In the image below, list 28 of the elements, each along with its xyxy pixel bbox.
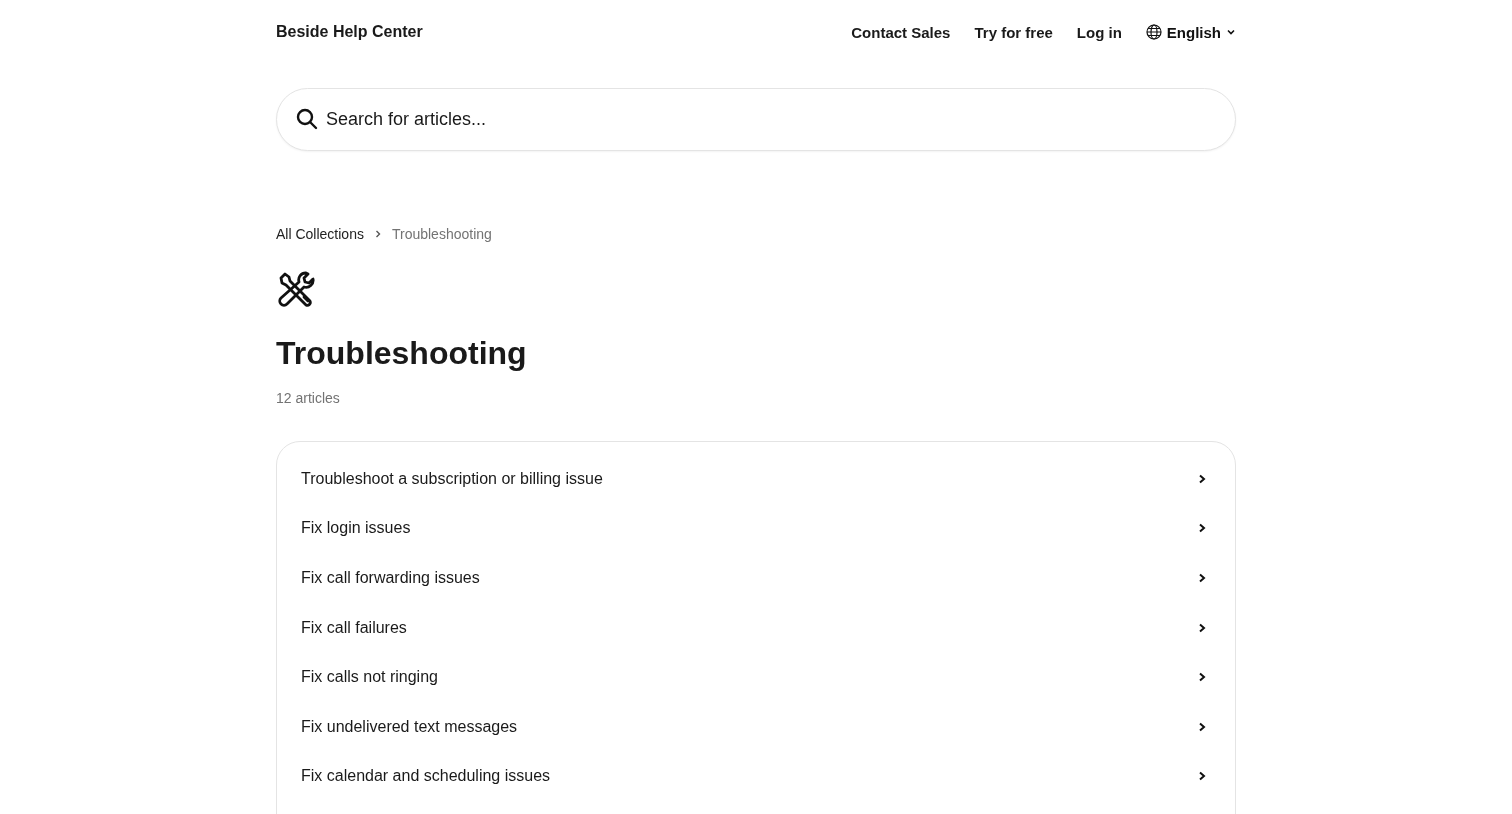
chevron-right-icon <box>373 229 382 239</box>
tools-icon <box>277 270 315 308</box>
chevron-right-icon <box>1197 621 1207 634</box>
nav-link[interactable]: Try for free <box>974 23 1053 41</box>
chevron-right-icon <box>1197 472 1207 485</box>
nav-link[interactable]: Contact Sales <box>851 23 951 41</box>
article-link[interactable]: Fix call failures <box>277 602 1235 653</box>
chevron-right-icon <box>1197 572 1207 584</box>
chevron-right-icon <box>1197 720 1207 733</box>
article-count: 12 articles <box>276 389 341 407</box>
brand-link[interactable]: Beside Help Center <box>276 23 423 41</box>
search-field[interactable]: Search for articles... <box>276 88 1236 151</box>
article-link[interactable]: Troubleshoot a subscription or billing issue <box>277 454 1235 504</box>
language-selector[interactable]: English <box>1145 23 1236 41</box>
article-link[interactable]: Fix calls not ringing <box>277 652 1235 702</box>
breadcrumb-link[interactable]: All Collections <box>276 226 364 242</box>
chevron-down-icon <box>1226 27 1236 37</box>
nav-link[interactable]: Log in <box>1076 23 1122 41</box>
chevron-right-icon <box>1197 770 1207 783</box>
article-link[interactable]: Fix undelivered text messages <box>277 701 1235 752</box>
article-link[interactable]: Fix call forwarding issues <box>277 553 1235 603</box>
chevron-right-icon <box>1197 671 1207 684</box>
breadcrumb-current: Troubleshooting <box>391 226 492 242</box>
article-link[interactable]: Fix calendar and scheduling issues <box>277 751 1235 802</box>
globe-icon <box>1145 24 1162 40</box>
collection-title: Troubleshooting <box>276 334 528 373</box>
chevron-right-icon <box>1197 522 1207 535</box>
article-link[interactable]: Fix login issues <box>277 503 1235 554</box>
